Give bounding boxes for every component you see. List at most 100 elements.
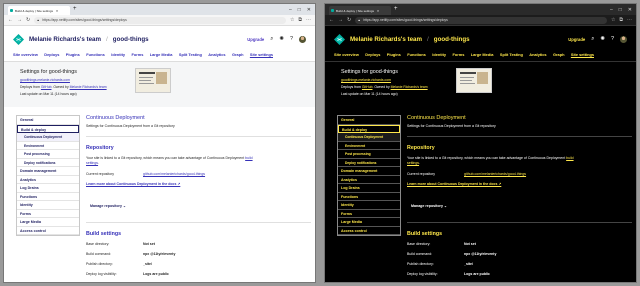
sidemenu-deploy-notifications[interactable]: Deploy notifications — [17, 159, 79, 167]
nav-analytics[interactable]: Analytics — [529, 52, 546, 57]
sidemenu-build-deploy[interactable]: Build & deploy — [17, 124, 79, 133]
browser-tab[interactable]: Build & deploy | Site settings × — [8, 6, 70, 15]
sidemenu-general[interactable]: General — [17, 116, 79, 125]
nav-site-overview[interactable]: Site overview — [13, 52, 38, 57]
nav-plugins[interactable]: Plugins — [66, 52, 80, 57]
sidemenu-domain-management[interactable]: Domain management — [17, 167, 79, 176]
site-name[interactable]: good-things — [113, 36, 149, 43]
url-field[interactable]: 🔒︎ https://app.netlify.com/sites/good-th… — [355, 16, 607, 24]
site-name[interactable]: good-things — [434, 36, 470, 43]
notifications-icon[interactable]: ✺ — [600, 36, 605, 42]
help-icon[interactable]: ? — [611, 36, 614, 42]
manage-repository-button[interactable]: Manage repository ⌄ — [86, 202, 130, 210]
sidemenu-post-processing[interactable]: Post processing — [17, 150, 79, 159]
sidemenu-post-processing[interactable]: Post processing — [338, 150, 400, 159]
nav-forms[interactable]: Forms — [131, 52, 143, 57]
sidemenu-functions[interactable]: Functions — [17, 193, 79, 201]
nav-split-testing[interactable]: Split Testing — [500, 52, 523, 57]
new-tab-icon[interactable]: + — [394, 5, 398, 14]
nav-site-settings[interactable]: Site settings — [571, 52, 594, 57]
url-field[interactable]: 🔒︎ https://app.netlify.com/sites/good-th… — [34, 16, 286, 24]
nav-deploys[interactable]: Deploys — [365, 52, 380, 57]
sidemenu-identity[interactable]: Identity — [17, 201, 79, 210]
nav-identity[interactable]: Identity — [432, 52, 446, 57]
github-link[interactable]: GitHub — [41, 85, 52, 89]
github-link[interactable]: GitHub — [362, 85, 373, 89]
manage-repository-button[interactable]: Manage repository ⌄ — [407, 202, 451, 210]
menu-icon[interactable]: ⋯ — [306, 17, 311, 23]
upgrade-link[interactable]: Upgrade — [568, 37, 585, 42]
sidemenu-general[interactable]: General — [338, 116, 400, 125]
nav-plugins[interactable]: Plugins — [387, 52, 401, 57]
sidemenu-access-control[interactable]: Access control — [338, 227, 400, 235]
help-icon[interactable]: ? — [290, 36, 293, 42]
minimize-icon[interactable]: – — [289, 7, 292, 13]
nav-forms[interactable]: Forms — [452, 52, 464, 57]
sidemenu-continuous-deployment[interactable]: Continuous Deployment — [338, 133, 400, 142]
nav-site-overview[interactable]: Site overview — [334, 52, 359, 57]
sidemenu-access-control[interactable]: Access control — [17, 227, 79, 235]
site-preview-thumbnail[interactable] — [135, 68, 171, 93]
back-icon[interactable]: ← — [8, 17, 13, 23]
favorites-icon[interactable]: ☆ — [611, 17, 615, 23]
nav-functions[interactable]: Functions — [86, 52, 105, 57]
netlify-logo-icon[interactable] — [334, 33, 345, 45]
sidemenu-environment[interactable]: Environment — [17, 142, 79, 150]
sidemenu-forms[interactable]: Forms — [17, 210, 79, 218]
sidemenu-identity[interactable]: Identity — [338, 201, 400, 210]
refresh-icon[interactable]: ↻ — [26, 17, 30, 23]
nav-large-media[interactable]: Large Media — [150, 52, 173, 57]
minimize-icon[interactable]: – — [610, 7, 613, 13]
sidemenu-log-drains[interactable]: Log Drains — [17, 184, 79, 193]
sidemenu-environment[interactable]: Environment — [338, 142, 400, 150]
close-icon[interactable]: ✕ — [628, 7, 632, 13]
collections-icon[interactable]: ⧉ — [619, 17, 623, 23]
close-icon[interactable]: ✕ — [307, 7, 311, 13]
tab-close-icon[interactable]: × — [56, 8, 58, 13]
sidemenu-build-deploy[interactable]: Build & deploy — [338, 124, 400, 133]
netlify-logo-icon[interactable] — [13, 33, 24, 45]
learn-more-link[interactable]: Learn more about Continuous Deployment i… — [407, 182, 632, 186]
maximize-icon[interactable]: □ — [619, 7, 622, 13]
site-preview-thumbnail[interactable] — [456, 68, 492, 93]
maximize-icon[interactable]: □ — [298, 7, 301, 13]
menu-icon[interactable]: ⋯ — [627, 17, 632, 23]
sidemenu-analytics[interactable]: Analytics — [17, 176, 79, 184]
sidemenu-continuous-deployment[interactable]: Continuous Deployment — [17, 133, 79, 142]
nav-analytics[interactable]: Analytics — [208, 52, 225, 57]
nav-identity[interactable]: Identity — [111, 52, 125, 57]
nav-split-testing[interactable]: Split Testing — [179, 52, 202, 57]
sidemenu-large-media[interactable]: Large Media — [338, 218, 400, 227]
new-tab-icon[interactable]: + — [73, 5, 77, 14]
team-name[interactable]: Melanie Richards's team — [350, 36, 422, 43]
back-icon[interactable]: ← — [329, 17, 334, 23]
sidemenu-domain-management[interactable]: Domain management — [338, 167, 400, 176]
nav-site-settings[interactable]: Site settings — [250, 52, 273, 57]
refresh-icon[interactable]: ↻ — [347, 17, 351, 23]
nav-large-media[interactable]: Large Media — [471, 52, 494, 57]
sidemenu-deploy-notifications[interactable]: Deploy notifications — [338, 159, 400, 167]
nav-deploys[interactable]: Deploys — [44, 52, 59, 57]
nav-graph[interactable]: Graph — [232, 52, 243, 57]
nav-functions[interactable]: Functions — [407, 52, 426, 57]
search-icon[interactable]: ⌕ — [270, 36, 273, 43]
sidemenu-functions[interactable]: Functions — [338, 193, 400, 201]
upgrade-link[interactable]: Upgrade — [247, 37, 264, 42]
search-icon[interactable]: ⌕ — [591, 36, 594, 43]
learn-more-link[interactable]: Learn more about Continuous Deployment i… — [86, 182, 311, 186]
current-repository-link[interactable]: github.com/melanierichards/good-things — [464, 172, 526, 176]
tab-close-icon[interactable]: × — [377, 8, 379, 13]
notifications-icon[interactable]: ✺ — [279, 36, 284, 42]
current-repository-link[interactable]: github.com/melanierichards/good-things — [143, 172, 205, 176]
owner-link[interactable]: Melanie Richards's team — [391, 85, 428, 89]
forward-icon[interactable]: → — [338, 17, 343, 23]
team-name[interactable]: Melanie Richards's team — [29, 36, 101, 43]
favorites-icon[interactable]: ☆ — [290, 17, 294, 23]
sidemenu-large-media[interactable]: Large Media — [17, 218, 79, 227]
avatar[interactable] — [299, 35, 306, 43]
owner-link[interactable]: Melanie Richards's team — [70, 85, 107, 89]
avatar[interactable] — [620, 35, 627, 43]
browser-tab[interactable]: Build & deploy | Site settings × — [329, 6, 391, 15]
sidemenu-analytics[interactable]: Analytics — [338, 176, 400, 184]
nav-graph[interactable]: Graph — [553, 52, 564, 57]
